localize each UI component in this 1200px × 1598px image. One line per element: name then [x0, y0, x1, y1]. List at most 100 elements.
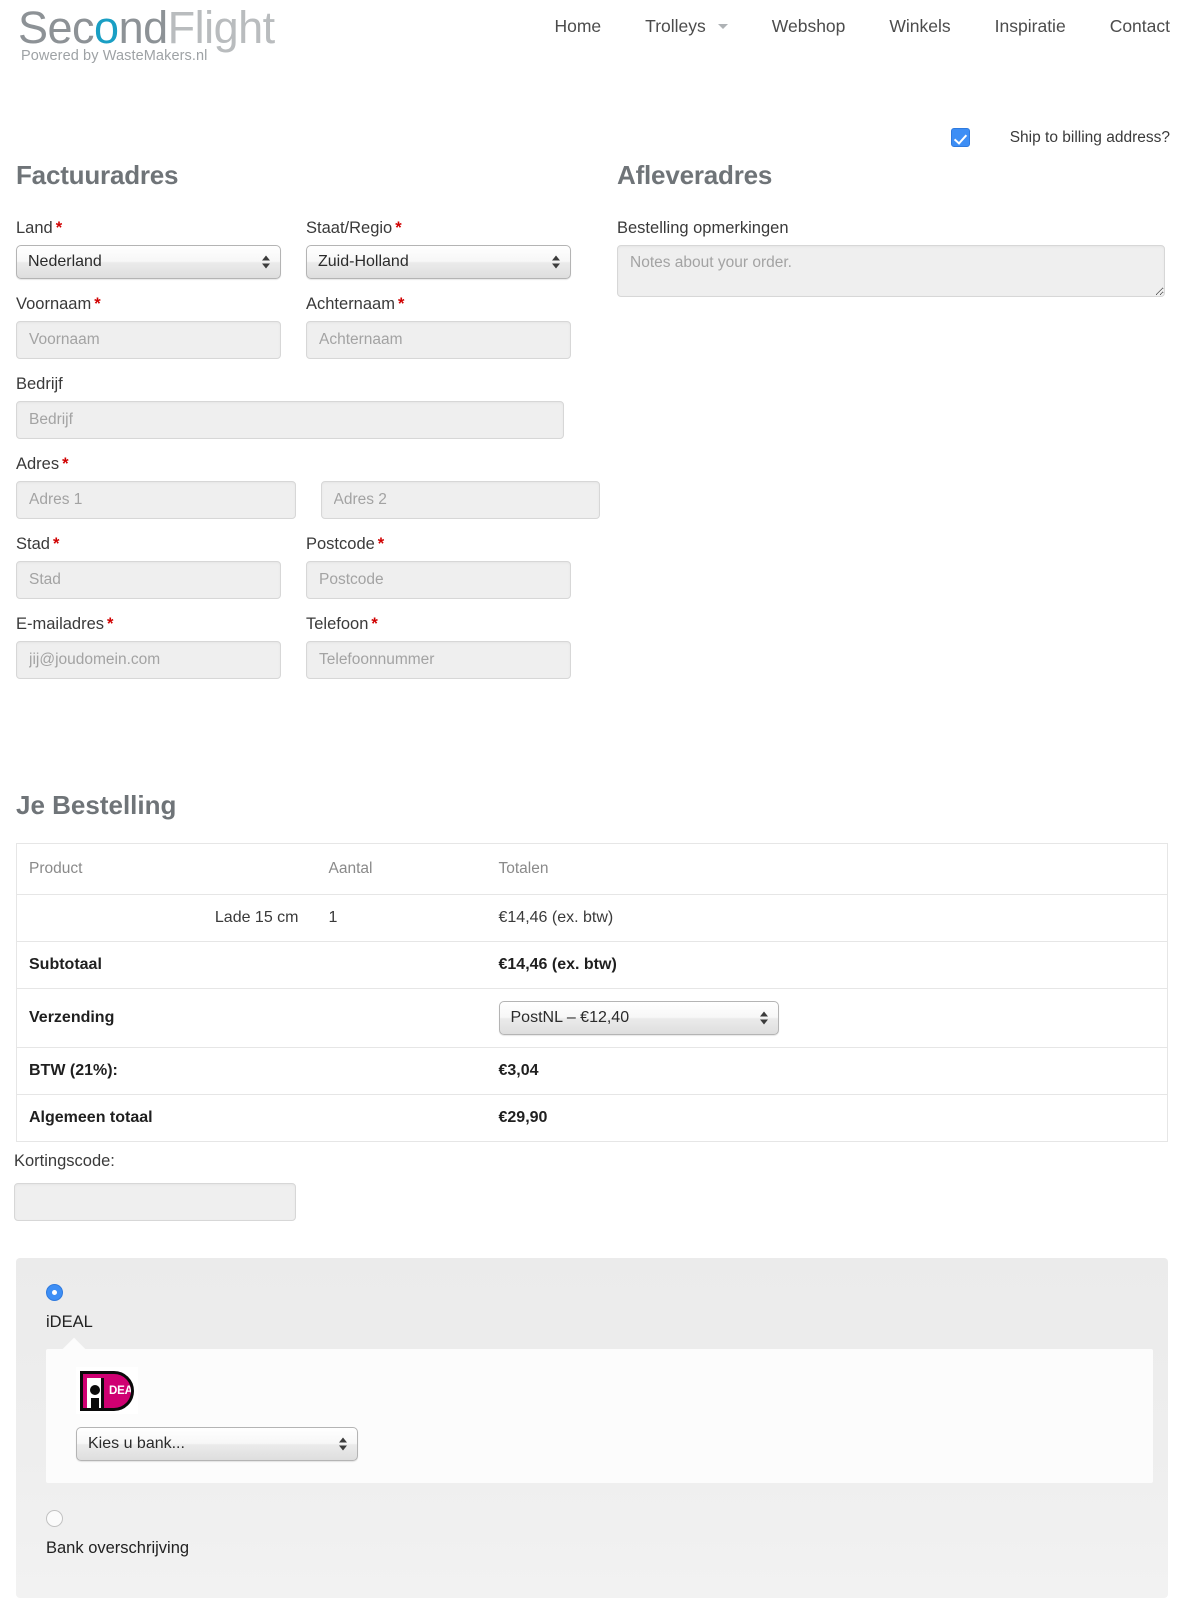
grand-total-value: €29,90	[486, 1094, 1168, 1142]
phone-input[interactable]	[306, 641, 571, 679]
required-marker: *	[395, 219, 402, 237]
postcode-input[interactable]	[306, 561, 571, 599]
order-notes-label: Bestelling opmerkingen	[617, 219, 789, 237]
nav-item-inspiratie[interactable]: Inspiratie	[973, 10, 1088, 43]
address-line-2-input[interactable]	[320, 481, 600, 519]
email-input[interactable]	[16, 641, 281, 679]
postcode-label-text: Postcode	[306, 535, 375, 553]
ideal-logo-text: DEAL	[109, 1385, 133, 1397]
nav-label: Winkels	[889, 16, 951, 36]
order-summary-table: Product Aantal Totalen Lade 15 cm 1 €14,…	[16, 843, 1168, 1142]
nav-item-webshop[interactable]: Webshop	[750, 10, 868, 43]
field-last-name: Achternaam *	[306, 295, 571, 359]
payment-label-ideal: iDEAL	[46, 1313, 93, 1331]
logo-part-second: Sec	[18, 2, 95, 53]
country-select-value: Nederland	[28, 253, 102, 270]
column-header-quantity: Aantal	[328, 860, 373, 877]
required-marker: *	[397, 295, 405, 313]
billing-row-email-phone: E-mailadres* Telefoon*	[16, 615, 600, 695]
ideal-logo-d: DEAL	[80, 1371, 134, 1411]
nav-label: Contact	[1109, 16, 1170, 36]
shipping-select-cell: PostNL – €12,40	[486, 988, 1168, 1048]
last-name-input[interactable]	[306, 321, 571, 359]
email-label: E-mailadres *	[16, 615, 281, 634]
phone-label-text: Telefoon	[306, 615, 369, 633]
address-columns: Factuuradres Land * Nederland Staat/Regio…	[0, 160, 1200, 695]
phone-label: Telefoon *	[306, 615, 571, 634]
ship-to-billing-row: Ship to billing address?	[950, 128, 1170, 147]
nav-item-winkels[interactable]: Winkels	[867, 10, 972, 43]
order-table-head: Product Aantal Totalen	[17, 844, 1168, 895]
shipping-label: Verzending	[16, 988, 317, 1048]
payment-radio-bank-transfer[interactable]	[46, 1510, 63, 1527]
table-row-tax: BTW (21%): €3,04	[16, 1047, 1168, 1095]
address-label-text: Adres	[16, 455, 60, 473]
address-inputs-row	[16, 481, 600, 519]
address-line-1-input[interactable]	[16, 481, 296, 519]
country-select[interactable]: Nederland	[16, 245, 281, 279]
tax-spacer	[316, 1047, 487, 1095]
field-postcode: Postcode *	[306, 535, 571, 599]
company-input[interactable]	[16, 401, 564, 439]
billing-row-city-postcode: Stad* Postcode*	[16, 535, 600, 615]
table-row-grand-total: Algemeen totaal €29,90	[16, 1094, 1168, 1142]
nav-item-home[interactable]: Home	[532, 10, 623, 43]
logo-tagline: Powered by WasteMakers.nl	[21, 48, 208, 64]
field-country: Land * Nederland	[16, 219, 281, 279]
postcode-label: Postcode *	[306, 535, 571, 554]
nav-item-contact[interactable]: Contact	[1088, 10, 1192, 43]
order-table-header-row: Product Aantal Totalen	[17, 844, 1168, 895]
required-marker: *	[52, 535, 60, 553]
city-label: Stad *	[16, 535, 281, 554]
city-input[interactable]	[16, 561, 281, 599]
site-logo[interactable]: SecondFlight Powered by WasteMakers.nl	[18, 2, 348, 64]
nav-item-trolleys[interactable]: Trolleys	[623, 10, 750, 43]
order-item-qty: 1	[316, 894, 487, 942]
subtotal-spacer	[316, 941, 487, 989]
field-address: Adres *	[16, 455, 600, 519]
nav-label: Inspiratie	[994, 16, 1066, 36]
shipping-method-select[interactable]: PostNL – €12,40	[498, 1001, 779, 1035]
company-label: Bedrijf	[16, 375, 63, 393]
coupon-label: Kortingscode:	[14, 1152, 115, 1170]
payment-method-ideal: iDEAL	[16, 1284, 1168, 1332]
grand-total-spacer	[316, 1094, 487, 1142]
ideal-bank-select[interactable]: Kies u bank...	[76, 1427, 358, 1461]
payment-label-bank-transfer: Bank overschrijving	[46, 1539, 190, 1557]
payment-radio-ideal[interactable]	[46, 1284, 63, 1301]
grand-total-label: Algemeen totaal	[16, 1094, 317, 1142]
field-order-notes: Bestelling opmerkingen	[617, 219, 1200, 302]
first-name-input[interactable]	[16, 321, 281, 359]
order-notes-textarea[interactable]	[617, 245, 1165, 297]
select-arrows-icon	[759, 1011, 768, 1025]
state-label: Staat/Regio *	[306, 219, 571, 238]
state-select[interactable]: Zuid-Holland	[306, 245, 571, 279]
billing-address-column: Factuuradres Land * Nederland Staat/Regio…	[0, 160, 600, 695]
required-marker: *	[62, 455, 69, 473]
address-label: Adres *	[16, 455, 600, 474]
tax-label: BTW (21%):	[16, 1047, 317, 1095]
field-phone: Telefoon *	[306, 615, 571, 679]
logo-wordmark: SecondFlight	[18, 2, 348, 54]
state-label-text: Staat/Regio	[306, 219, 393, 237]
last-name-label: Achternaam *	[306, 295, 571, 314]
order-item-name: Lade 15 cm	[16, 894, 317, 942]
billing-row-country-state: Land * Nederland Staat/Regio * Zuid-Hollan…	[16, 219, 600, 295]
billing-title: Factuuradres	[16, 160, 179, 190]
nav-label: Webshop	[771, 16, 846, 36]
chevron-down-icon	[717, 24, 728, 29]
table-row-subtotal: Subtotaal €14,46 (ex. btw)	[16, 941, 1168, 989]
select-arrows-icon	[339, 1437, 347, 1451]
ideal-logo-icon: DEAL	[76, 1367, 138, 1414]
coupon-input[interactable]	[14, 1183, 296, 1221]
country-label: Land *	[16, 219, 281, 238]
ship-to-billing-checkbox[interactable]	[950, 128, 970, 147]
order-title: Je Bestelling	[16, 790, 177, 820]
field-company: Bedrijf	[16, 375, 564, 439]
required-marker: *	[107, 615, 114, 633]
required-marker: *	[377, 535, 385, 553]
site-header: SecondFlight Powered by WasteMakers.nl H…	[0, 0, 1200, 82]
subtotal-label: Subtotaal	[16, 941, 317, 989]
shipping-spacer	[316, 988, 487, 1048]
shipping-title: Afleveradres	[617, 160, 773, 190]
